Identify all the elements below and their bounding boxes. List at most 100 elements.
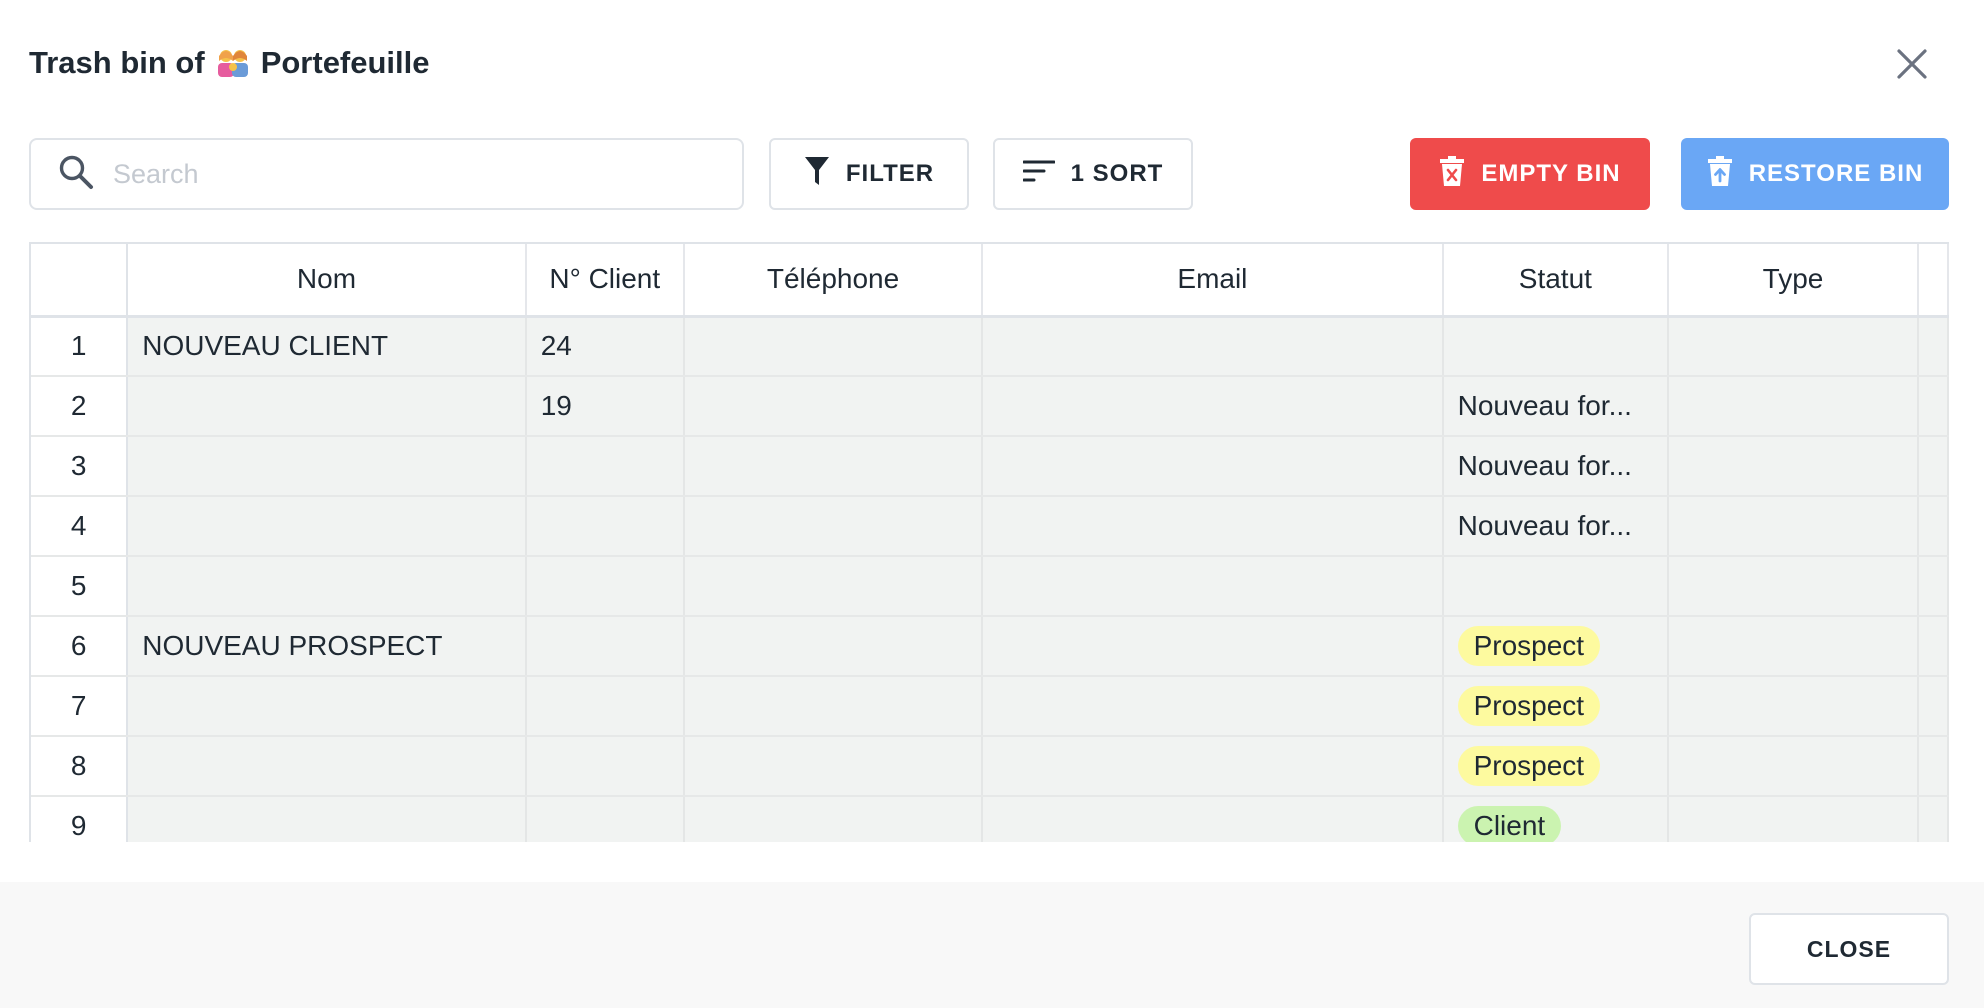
cell-statut[interactable]: Prospect <box>1442 616 1670 677</box>
cell-nom[interactable] <box>127 496 527 557</box>
table-row[interactable]: 8 Prospect <box>31 736 1949 797</box>
cell-statut[interactable]: Nouveau for... <box>1442 496 1670 557</box>
status-badge: Prospect <box>1457 626 1601 666</box>
filter-button[interactable]: FILTER <box>769 138 969 210</box>
close-icon[interactable] <box>1888 40 1936 88</box>
cell-type[interactable] <box>1668 496 1919 557</box>
table-row[interactable]: 9 Client <box>31 796 1949 842</box>
column-header-telephone[interactable]: Téléphone <box>683 244 984 318</box>
cell-client[interactable]: 24 <box>525 316 685 377</box>
cell-type[interactable] <box>1668 316 1919 377</box>
cell-statut[interactable]: Prospect <box>1442 736 1670 797</box>
search-icon <box>57 153 95 196</box>
cell-email[interactable] <box>982 496 1444 557</box>
cell-nom[interactable] <box>127 556 527 617</box>
cell-statut[interactable]: Nouveau for... <box>1442 376 1670 437</box>
cell-email[interactable] <box>982 736 1444 797</box>
cell-type[interactable] <box>1668 736 1919 797</box>
cell-client[interactable] <box>525 496 685 557</box>
close-button[interactable]: CLOSE <box>1749 913 1949 985</box>
cell-email[interactable] <box>982 316 1444 377</box>
cell-tel[interactable] <box>683 676 984 737</box>
cell-overflow <box>1917 736 1949 797</box>
cell-email[interactable] <box>982 676 1444 737</box>
cell-type[interactable] <box>1668 796 1919 842</box>
cell-client[interactable] <box>525 736 685 797</box>
cell-nom[interactable] <box>127 676 527 737</box>
cell-tel[interactable] <box>683 376 984 437</box>
row-number: 4 <box>31 496 129 557</box>
cell-nom[interactable] <box>127 436 527 497</box>
cell-type[interactable] <box>1668 376 1919 437</box>
cell-email[interactable] <box>982 376 1444 437</box>
cell-nom[interactable]: NOUVEAU PROSPECT <box>127 616 527 677</box>
cell-client[interactable] <box>525 796 685 842</box>
cell-statut[interactable]: Client <box>1442 796 1670 842</box>
delete-bin-icon <box>1439 155 1465 194</box>
row-number: 1 <box>31 316 129 377</box>
restore-bin-icon <box>1707 155 1733 194</box>
cell-nom[interactable] <box>127 796 527 842</box>
cell-client[interactable] <box>525 676 685 737</box>
table-row[interactable]: 7 Prospect <box>31 676 1949 737</box>
cell-overflow <box>1917 556 1949 617</box>
table-header-row: Nom N° Client Téléphone Email Statut Typ… <box>31 244 1949 318</box>
table-row[interactable]: 2 19 Nouveau for... <box>31 376 1949 437</box>
cell-nom[interactable] <box>127 736 527 797</box>
cell-email[interactable] <box>982 436 1444 497</box>
cell-statut[interactable] <box>1442 556 1670 617</box>
cell-email[interactable] <box>982 796 1444 842</box>
cell-statut[interactable]: Nouveau for... <box>1442 436 1670 497</box>
column-header-nom[interactable]: Nom <box>127 244 527 318</box>
trash-table: Nom N° Client Téléphone Email Statut Typ… <box>29 242 1949 842</box>
cell-statut[interactable] <box>1442 316 1670 377</box>
column-header-client[interactable]: N° Client <box>525 244 685 318</box>
cell-tel[interactable] <box>683 556 984 617</box>
column-header-statut[interactable]: Statut <box>1442 244 1670 318</box>
cell-nom[interactable] <box>127 376 527 437</box>
table-row[interactable]: 6 NOUVEAU PROSPECT Prospect <box>31 616 1949 677</box>
dialog-title: Trash bin of Portefeuille <box>29 45 430 81</box>
status-badge: Prospect <box>1457 746 1601 786</box>
cell-client[interactable] <box>525 616 685 677</box>
column-header-email[interactable]: Email <box>982 244 1444 318</box>
empty-bin-button[interactable]: EMPTY BIN <box>1410 138 1650 210</box>
cell-client[interactable] <box>525 556 685 617</box>
cell-email[interactable] <box>982 556 1444 617</box>
sort-button[interactable]: 1 SORT <box>993 138 1193 210</box>
table-row[interactable]: 4 Nouveau for... <box>31 496 1949 557</box>
cell-type[interactable] <box>1668 436 1919 497</box>
row-number: 7 <box>31 676 129 737</box>
cell-tel[interactable] <box>683 616 984 677</box>
cell-tel[interactable] <box>683 316 984 377</box>
cell-nom[interactable]: NOUVEAU CLIENT <box>127 316 527 377</box>
cell-type[interactable] <box>1668 616 1919 677</box>
cell-client[interactable]: 19 <box>525 376 685 437</box>
cell-statut[interactable]: Prospect <box>1442 676 1670 737</box>
cell-overflow <box>1917 676 1949 737</box>
title-prefix: Trash bin of <box>29 45 205 80</box>
column-header-overflow <box>1917 244 1949 318</box>
row-number: 5 <box>31 556 129 617</box>
restore-bin-button[interactable]: RESTORE BIN <box>1681 138 1949 210</box>
cell-client[interactable] <box>525 436 685 497</box>
title-name: Portefeuille <box>260 45 430 80</box>
cell-email[interactable] <box>982 616 1444 677</box>
cell-type[interactable] <box>1668 556 1919 617</box>
family-emoji-icon <box>215 47 251 79</box>
cell-overflow <box>1917 316 1949 377</box>
restore-bin-label: RESTORE BIN <box>1748 160 1924 187</box>
cell-tel[interactable] <box>683 796 984 842</box>
search-box[interactable] <box>29 138 744 210</box>
cell-tel[interactable] <box>683 436 984 497</box>
table-row[interactable]: 1 NOUVEAU CLIENT 24 <box>31 316 1949 377</box>
table-row[interactable]: 5 <box>31 556 1949 617</box>
column-header-type[interactable]: Type <box>1668 244 1919 318</box>
cell-tel[interactable] <box>683 736 984 797</box>
dialog-header: Trash bin of Portefeuille <box>29 38 430 88</box>
cell-overflow <box>1917 376 1949 437</box>
search-input[interactable] <box>113 158 713 190</box>
cell-type[interactable] <box>1668 676 1919 737</box>
table-row[interactable]: 3 Nouveau for... <box>31 436 1949 497</box>
cell-tel[interactable] <box>683 496 984 557</box>
